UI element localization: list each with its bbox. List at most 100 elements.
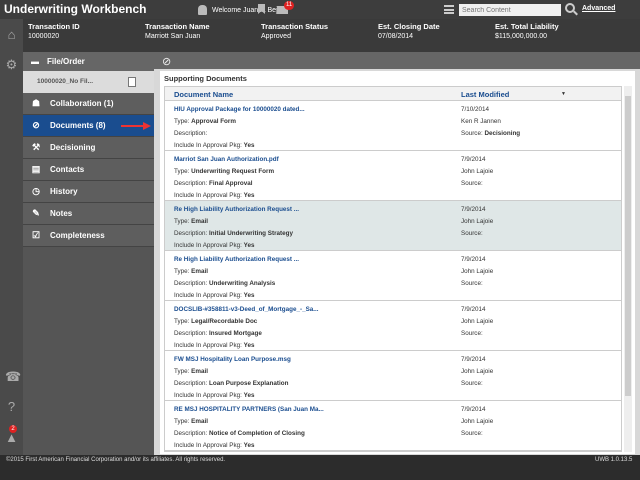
table-row[interactable]: Marriot San Juan Authorization.pdf Type: … — [165, 151, 621, 201]
sidebar-item-label: Notes — [50, 209, 73, 218]
gavel-icon: ⚒ — [31, 142, 41, 152]
document-name-link[interactable]: Marriot San Juan Authorization.pdf — [174, 156, 279, 163]
sidebar-item-history[interactable]: ◷ History — [23, 181, 154, 203]
sidebar: ▬ File/Order 10000020_No Fil... ☗ Collab… — [23, 52, 154, 455]
sidebar-item-collaboration[interactable]: ☗ Collaboration (1) — [23, 93, 154, 115]
user-icon — [198, 5, 207, 15]
footer: ©2015 First American Financial Corporati… — [0, 455, 640, 480]
left-rail: ⌂ ⚙ ☎ ? ▲ 2 — [0, 19, 23, 455]
document-description: Description: Initial Underwriting Strate… — [174, 230, 293, 237]
documents-table: Document Name Last Modified ▼ HIU Approv… — [164, 86, 622, 452]
document-date: 7/9/2014 — [461, 156, 486, 163]
document-type: Type: Email — [174, 218, 208, 225]
type-value: Email — [191, 218, 208, 225]
main-content: ⊘ Supporting Documents Document Name Las… — [154, 52, 640, 455]
type-value: Email — [191, 418, 208, 425]
document-source: Source: — [461, 280, 483, 287]
search-icon[interactable] — [565, 3, 575, 13]
sidebar-item-documents[interactable]: ⊘ Documents (8) — [23, 115, 154, 137]
document-name-link[interactable]: DOCSLIB-#358811-v3-Deed_of_Mortgage_-_Sa… — [174, 306, 319, 313]
phone-icon[interactable]: ☎ — [5, 370, 21, 383]
clock-icon: ◷ — [32, 186, 40, 196]
transaction-name: Marriott San Juan — [145, 33, 201, 40]
document-icon[interactable] — [128, 77, 136, 87]
document-date: 7/9/2014 — [461, 306, 486, 313]
transaction-bar: Transaction ID Transaction Name Transact… — [23, 19, 640, 52]
collaboration-icon: ☗ — [31, 98, 41, 108]
document-name-link[interactable]: HIU Approval Package for 10000020 dated.… — [174, 106, 305, 113]
gear-icon[interactable]: ⚙ — [5, 58, 18, 71]
document-user: John Lajoie — [461, 168, 494, 175]
document-name-link[interactable]: FW MSJ Hospitality Loan Purpose.msg — [174, 356, 291, 363]
home-icon[interactable]: ⌂ — [5, 28, 18, 41]
sidebar-item-label: Contacts — [50, 165, 85, 174]
table-row[interactable]: Re High Liability Authorization Request … — [165, 251, 621, 301]
source-label: Source: — [461, 180, 483, 187]
sidebar-item-notes[interactable]: ✎ Notes — [23, 203, 154, 225]
sidebar-item-label: Collaboration (1) — [50, 99, 114, 108]
notes-icon: ✎ — [32, 208, 40, 218]
table-row[interactable]: Re High Liability Authorization Request … — [165, 201, 621, 251]
sidebar-item-contacts[interactable]: ▤ Contacts — [23, 159, 154, 181]
advanced-search-link[interactable]: Advanced — [582, 5, 615, 12]
column-document-name[interactable]: Document Name — [174, 90, 233, 99]
description-label: Description: — [174, 180, 208, 187]
include-label: Include In Approval Pkg: — [174, 442, 242, 449]
help-icon[interactable]: ? — [5, 400, 18, 413]
scroll-thumb[interactable] — [625, 96, 631, 396]
type-value: Legal/Recordable Doc — [191, 318, 258, 325]
transaction-status: Approved — [261, 33, 291, 40]
document-source: Source: — [461, 330, 483, 337]
type-value: Approval Form — [191, 118, 236, 125]
document-name-link[interactable]: Re High Liability Authorization Request … — [174, 256, 299, 263]
table-row[interactable]: DOCSLIB-#358811-v3-Deed_of_Mortgage_-_Sa… — [165, 301, 621, 351]
include-value: Yes — [243, 142, 255, 149]
sort-down-icon[interactable]: ▼ — [561, 91, 566, 97]
total-liability: $115,000,000.00 — [495, 33, 548, 40]
description-label: Description: — [174, 430, 208, 437]
contacts-icon: ▤ — [31, 164, 41, 174]
search-input[interactable] — [459, 4, 561, 16]
menu-icon[interactable] — [444, 5, 454, 14]
document-type: Type: Underwriting Request Form — [174, 168, 274, 175]
table-row[interactable]: FW MSJ Hospitality Loan Purpose.msg Type:… — [165, 351, 621, 401]
file-order-item[interactable]: 10000020_No Fil... — [23, 71, 154, 93]
document-user: John Lajoie — [461, 368, 494, 375]
include-label: Include In Approval Pkg: — [174, 292, 242, 299]
type-label: Type: — [174, 218, 190, 225]
sidebar-item-completeness[interactable]: ☑ Completeness — [23, 225, 154, 247]
closing-date: 07/08/2014 — [378, 33, 414, 40]
document-description: Description: Final Approval — [174, 180, 253, 187]
include-value: Yes — [243, 342, 255, 349]
mail-count-badge[interactable]: 11 — [284, 1, 295, 10]
file-order-title: File/Order — [47, 57, 85, 66]
document-date: 7/9/2014 — [461, 256, 486, 263]
document-description: Description: Notice of Completion of Clo… — [174, 430, 305, 437]
scrollbar[interactable] — [624, 86, 632, 452]
welcome-area[interactable]: Welcome Juanita Bejin — [198, 3, 283, 17]
column-last-modified[interactable]: Last Modified — [461, 90, 509, 99]
top-bar: Underwriting Workbench Welcome Juanita B… — [0, 0, 640, 19]
table-row[interactable]: HIU Approval Package for 10000020 dated.… — [165, 101, 621, 151]
header-closing-date: Est. Closing Date — [378, 22, 440, 31]
notification-badge[interactable]: 2 — [9, 425, 17, 433]
document-type: Type: Email — [174, 268, 208, 275]
include-value: Yes — [243, 442, 255, 449]
document-user: John Lajoie — [461, 318, 494, 325]
document-description: Description: — [174, 130, 207, 137]
document-type: Type: Email — [174, 368, 208, 375]
document-description: Description: Underwriting Analysis — [174, 280, 275, 287]
description-label: Description: — [174, 230, 208, 237]
document-type: Type: Email — [174, 418, 208, 425]
table-row[interactable]: RE MSJ HOSPITALITY PARTNERS (San Juan Ma… — [165, 401, 621, 451]
sidebar-item-decisioning[interactable]: ⚒ Decisioning — [23, 137, 154, 159]
document-name-link[interactable]: RE MSJ HOSPITALITY PARTNERS (San Juan Ma… — [174, 406, 324, 413]
version-text: UWB 1.0.13.5 — [595, 457, 633, 463]
file-order-header[interactable]: ▬ File/Order — [23, 52, 154, 71]
document-source: Source: Decisioning — [461, 130, 520, 137]
document-name-link[interactable]: Re High Liability Authorization Request … — [174, 206, 299, 213]
folder-icon: ▬ — [31, 57, 39, 66]
description-value: Underwriting Analysis — [209, 280, 276, 287]
document-include: Include In Approval Pkg: Yes — [174, 392, 255, 399]
source-label: Source: — [461, 330, 483, 337]
